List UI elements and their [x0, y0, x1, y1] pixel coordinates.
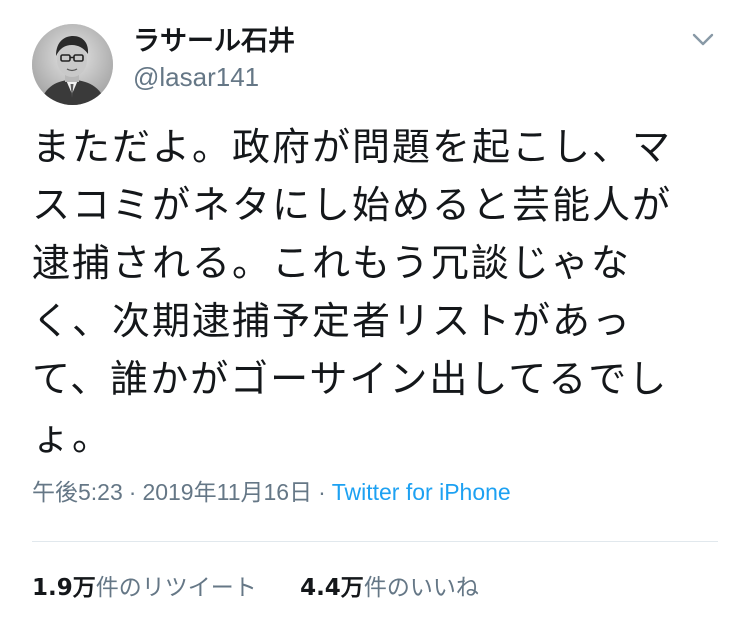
- author-display-name[interactable]: ラサール石井: [133, 24, 295, 60]
- profile-photo-icon: [32, 24, 113, 105]
- tweet-meta: 午後5:23 · 2019年11月16日 · Twitter for iPhone: [32, 475, 511, 509]
- likes-label: 件のいいね: [363, 575, 479, 601]
- tweet-stats: 1.9万件のリツイート 4.4万件のいいね: [32, 568, 479, 608]
- tweet-menu-button[interactable]: [690, 30, 716, 50]
- author-handle[interactable]: @lasar141: [133, 60, 295, 94]
- tweet-source-link[interactable]: Twitter for iPhone: [332, 479, 511, 505]
- divider: [32, 541, 718, 542]
- tweet-author[interactable]: ラサール石井 @lasar141: [133, 24, 295, 94]
- tweet-time[interactable]: 午後5:23: [32, 479, 123, 505]
- avatar[interactable]: [32, 24, 113, 105]
- retweets-count: 1.9万: [32, 575, 96, 601]
- tweet-date[interactable]: 2019年11月16日: [142, 479, 312, 505]
- chevron-down-icon: [692, 33, 714, 46]
- tweet-text: まただよ。政府が問題を起こし、マ スコミがネタにし始めると芸能人が 逮捕される。…: [32, 125, 673, 459]
- meta-separator: ·: [318, 479, 326, 505]
- likes-count: 4.4万: [300, 575, 364, 601]
- likes-stat[interactable]: 4.4万件のいいね: [300, 568, 479, 608]
- meta-separator: ·: [128, 479, 137, 505]
- retweets-stat[interactable]: 1.9万件のリツイート: [32, 568, 257, 608]
- tweet-card: ラサール石井 @lasar141 まただよ。政府が問題を起こし、マ スコミがネタ…: [0, 0, 750, 626]
- retweets-label: 件のリツイート: [95, 575, 257, 601]
